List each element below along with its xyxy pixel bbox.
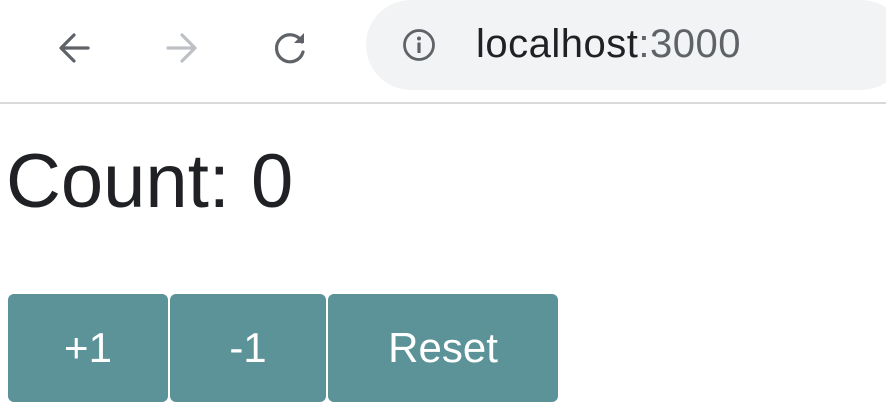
forward-button[interactable] (158, 24, 206, 72)
decrement-button[interactable]: -1 (170, 294, 326, 402)
reset-button[interactable]: Reset (328, 294, 558, 402)
url-text[interactable]: localhost:3000 (476, 20, 741, 68)
arrow-right-icon (166, 33, 197, 63)
back-button[interactable] (50, 24, 98, 72)
arrow-left-icon (59, 33, 90, 63)
browser-toolbar: localhost:3000 (0, 0, 886, 104)
increment-button[interactable]: +1 (8, 294, 168, 402)
url-port: :3000 (638, 22, 741, 66)
count-heading: Count: 0 (6, 139, 294, 224)
page-content: Count: 0 +1 -1 Reset (0, 104, 886, 416)
address-bar[interactable]: localhost:3000 (366, 0, 886, 90)
info-icon[interactable] (402, 28, 436, 62)
url-host: localhost (476, 22, 639, 66)
reload-icon (274, 33, 305, 64)
reload-button[interactable] (266, 24, 314, 72)
